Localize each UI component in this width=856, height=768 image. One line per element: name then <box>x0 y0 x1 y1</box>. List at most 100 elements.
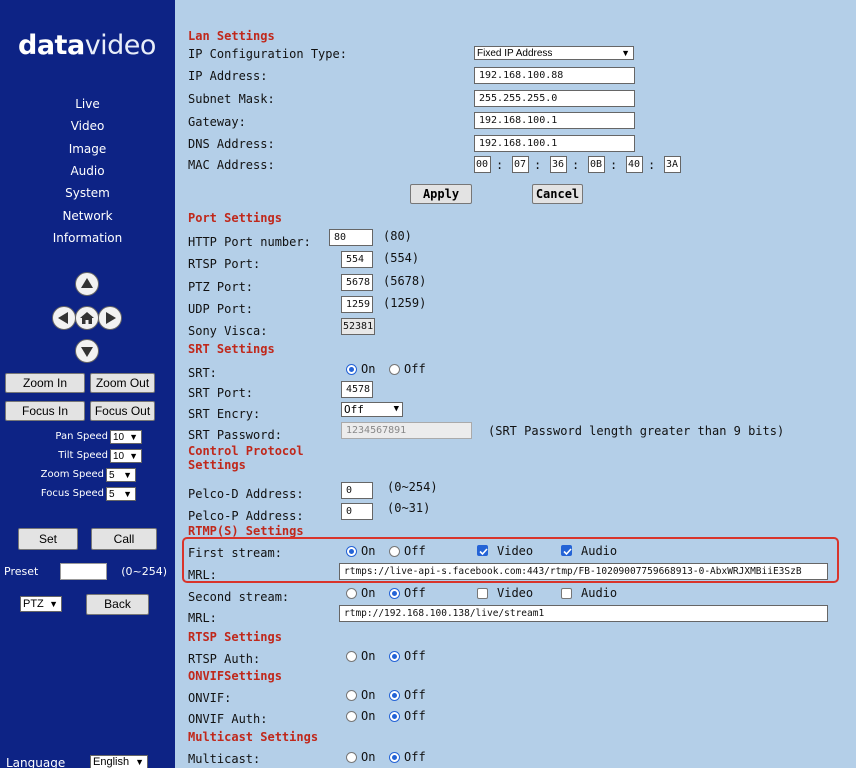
cancel-button[interactable]: Cancel <box>532 184 583 204</box>
udp-port-input[interactable]: 1259 <box>341 296 373 313</box>
srt-port-input[interactable]: 4578 <box>341 381 373 398</box>
call-button[interactable]: Call <box>91 528 157 550</box>
ptz-port-input[interactable]: 5678 <box>341 274 373 291</box>
second-stream-off-label: Off <box>404 586 426 600</box>
zoom-in-button[interactable]: Zoom In <box>5 373 85 393</box>
second-mrl-input[interactable]: rtmp://192.168.100.138/live/stream1 <box>339 605 828 622</box>
mac-octet-4[interactable]: 0B <box>588 156 605 173</box>
second-stream-label: Second stream: <box>188 590 290 604</box>
nav-image[interactable]: Image <box>0 142 175 156</box>
subnet-mask-input[interactable]: 255.255.255.0 <box>474 90 635 107</box>
onvif-auth-on-label: On <box>361 709 376 723</box>
first-stream-on-radio[interactable] <box>346 546 357 557</box>
mac-separator: : <box>610 158 618 172</box>
first-mrl-input[interactable]: rtmps://live-api-s.facebook.com:443/rtmp… <box>339 563 828 580</box>
mode-select[interactable]: PTZ ▼ <box>20 596 62 612</box>
tilt-speed-select[interactable]: 10 ▼ <box>110 449 142 463</box>
srt-off-radio[interactable] <box>389 364 400 375</box>
http-port-label: HTTP Port number: <box>188 235 311 249</box>
language-select[interactable]: English ▼ <box>90 755 148 768</box>
nav-system[interactable]: System <box>0 186 175 200</box>
first-stream-label: First stream: <box>188 546 282 560</box>
pan-speed-select[interactable]: 10 ▼ <box>110 430 142 444</box>
second-mrl-label: MRL: <box>188 611 217 625</box>
focus-in-button[interactable]: Focus In <box>5 401 85 421</box>
srt-password-label: SRT Password: <box>188 428 282 442</box>
port-settings-title: Port Settings <box>188 211 282 225</box>
pan-left-icon[interactable] <box>52 306 76 330</box>
pan-right-icon[interactable] <box>98 306 122 330</box>
rtsp-port-label: RTSP Port: <box>188 257 261 271</box>
control-protocol-title-line2: Settings <box>188 458 246 472</box>
back-button[interactable]: Back <box>86 594 149 615</box>
ip-type-select[interactable]: Fixed IP Address ▼ <box>474 46 634 60</box>
pelco-d-input[interactable]: 0 <box>341 482 373 499</box>
rtsp-port-default: (554) <box>383 251 420 265</box>
srt-encry-select[interactable]: Off ▼ <box>341 402 403 417</box>
onvif-on-label: On <box>361 688 376 702</box>
dns-address-input[interactable]: 192.168.100.1 <box>474 135 635 152</box>
mac-octet-6[interactable]: 3A <box>664 156 681 173</box>
mac-address-label: MAC Address: <box>188 158 275 172</box>
rtmp-settings-title: RTMP(S) Settings <box>188 524 304 538</box>
first-stream-audio-checkbox[interactable] <box>561 545 572 556</box>
onvif-off-radio[interactable] <box>389 690 400 701</box>
multicast-on-radio[interactable] <box>346 752 357 763</box>
first-stream-off-radio[interactable] <box>389 546 400 557</box>
focus-out-button[interactable]: Focus Out <box>90 401 155 421</box>
onvif-on-radio[interactable] <box>346 690 357 701</box>
pan-up-icon[interactable] <box>75 272 99 296</box>
pelco-p-input[interactable]: 0 <box>341 503 373 520</box>
nav-information[interactable]: Information <box>0 231 175 245</box>
ip-address-input[interactable]: 192.168.100.88 <box>474 67 635 84</box>
rtsp-auth-off-radio[interactable] <box>389 651 400 662</box>
sony-visca-input[interactable]: 52381 <box>341 318 375 335</box>
home-icon[interactable] <box>75 306 99 330</box>
zoom-speed-select[interactable]: 5 ▼ <box>106 468 136 482</box>
pelco-d-range: (0~254) <box>387 480 438 494</box>
rtsp-auth-off-label: Off <box>404 649 426 663</box>
zoom-out-button[interactable]: Zoom Out <box>90 373 155 393</box>
lan-settings-title: Lan Settings <box>188 29 275 43</box>
rtsp-auth-on-radio[interactable] <box>346 651 357 662</box>
onvif-auth-off-radio[interactable] <box>389 711 400 722</box>
mac-octet-1[interactable]: 00 <box>474 156 491 173</box>
srt-password-input[interactable]: 1234567891 <box>341 422 472 439</box>
rtsp-port-input[interactable]: 554 <box>341 251 373 268</box>
mac-octet-3[interactable]: 36 <box>550 156 567 173</box>
nav-audio[interactable]: Audio <box>0 164 175 178</box>
second-stream-audio-label: Audio <box>581 586 618 600</box>
second-stream-on-radio[interactable] <box>346 588 357 599</box>
nav-live[interactable]: Live <box>0 97 175 111</box>
pelco-p-label: Pelco-P Address: <box>188 509 304 523</box>
multicast-off-radio[interactable] <box>389 752 400 763</box>
srt-settings-title: SRT Settings <box>188 342 275 356</box>
srt-password-note: (SRT Password length greater than 9 bits… <box>488 424 785 438</box>
nav-video[interactable]: Video <box>0 119 175 133</box>
second-stream-off-radio[interactable] <box>389 588 400 599</box>
multicast-off-label: Off <box>404 750 426 764</box>
chevron-down-icon: ▼ <box>621 48 630 58</box>
nav-network[interactable]: Network <box>0 209 175 223</box>
multicast-on-label: On <box>361 750 376 764</box>
first-stream-video-checkbox[interactable] <box>477 545 488 556</box>
rtsp-auth-on-label: On <box>361 649 376 663</box>
apply-button[interactable]: Apply <box>410 184 472 204</box>
srt-on-radio[interactable] <box>346 364 357 375</box>
preset-input[interactable] <box>60 563 107 580</box>
set-button[interactable]: Set <box>18 528 78 550</box>
onvif-label: ONVIF: <box>188 691 232 705</box>
onvif-auth-on-radio[interactable] <box>346 711 357 722</box>
mac-octet-5[interactable]: 40 <box>626 156 643 173</box>
second-stream-video-checkbox[interactable] <box>477 588 488 599</box>
chevron-down-icon: ▼ <box>129 451 138 461</box>
mac-separator: : <box>496 158 504 172</box>
focus-speed-select[interactable]: 5 ▼ <box>106 487 136 501</box>
ip-type-label: IP Configuration Type: <box>188 47 347 61</box>
sony-visca-label: Sony Visca: <box>188 324 268 338</box>
pan-down-icon[interactable] <box>75 339 99 363</box>
http-port-input[interactable]: 80 <box>329 229 373 246</box>
gateway-input[interactable]: 192.168.100.1 <box>474 112 635 129</box>
second-stream-audio-checkbox[interactable] <box>561 588 572 599</box>
mac-octet-2[interactable]: 07 <box>512 156 529 173</box>
